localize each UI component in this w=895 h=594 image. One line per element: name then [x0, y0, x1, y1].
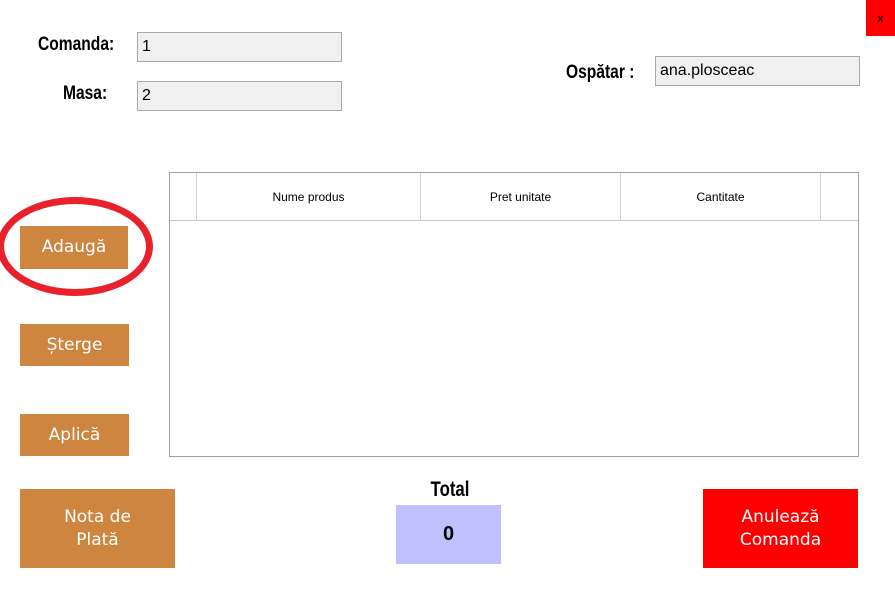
products-grid[interactable]: Nume produs Pret unitate Cantitate — [169, 172, 859, 457]
masa-field[interactable] — [137, 81, 342, 111]
nota-de-plata-line1: Nota de — [64, 507, 131, 528]
close-icon: x — [877, 11, 884, 25]
anuleaza-comanda-button[interactable]: Anulează Comanda — [703, 489, 858, 568]
anuleaza-comanda-line2: Comanda — [739, 529, 822, 550]
ospatar-label: Ospătar : — [566, 62, 635, 83]
adauga-button[interactable]: Adaugă — [20, 226, 128, 269]
close-button[interactable]: x — [866, 0, 895, 36]
column-header-cantitate[interactable]: Cantitate — [621, 173, 821, 220]
row-header-corner — [170, 173, 197, 220]
comanda-field[interactable] — [137, 32, 342, 62]
comanda-label: Comanda: — [38, 34, 115, 55]
column-header-nume-produs[interactable]: Nume produs — [197, 173, 421, 220]
nota-de-plata-button[interactable]: Nota de Plată — [20, 489, 175, 568]
grid-header: Nume produs Pret unitate Cantitate — [170, 173, 858, 221]
total-label: Total — [430, 478, 470, 501]
masa-label: Masa: — [63, 83, 108, 104]
aplica-button[interactable]: Aplică — [20, 414, 129, 456]
total-value: 0 — [396, 505, 501, 564]
sterge-button[interactable]: Șterge — [20, 324, 129, 366]
ospatar-field[interactable] — [655, 56, 860, 86]
column-header-pret-unitate[interactable]: Pret unitate — [421, 173, 621, 220]
anuleaza-comanda-line1: Anulează — [741, 507, 820, 528]
nota-de-plata-line2: Plată — [76, 529, 119, 550]
